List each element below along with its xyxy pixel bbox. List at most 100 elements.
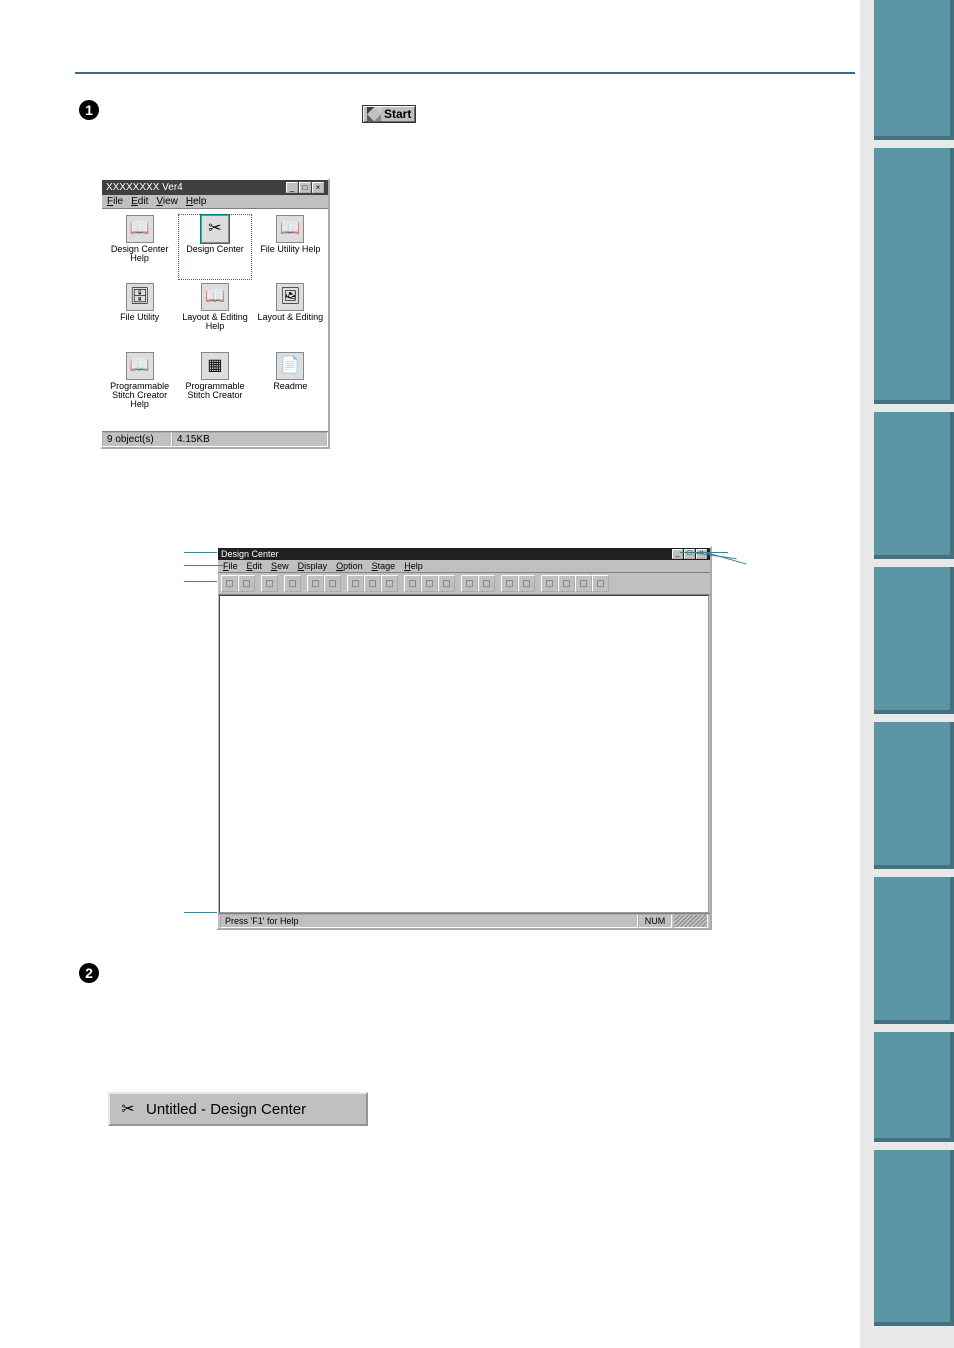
toolbar-group: ▢ ▢ ▢ — [347, 575, 398, 592]
icon-design-center-help[interactable]: 📖 Design Center Help — [104, 215, 175, 279]
minimize-button[interactable]: _ — [672, 549, 683, 559]
close-button[interactable]: × — [312, 182, 324, 193]
toolbar-group: ▢ — [284, 575, 301, 592]
toolbar-button[interactable]: ▢ — [307, 575, 324, 592]
toolbar-button[interactable]: ▢ — [381, 575, 398, 592]
help-book-icon: 📖 — [201, 283, 229, 311]
help-book-icon: 📖 — [276, 215, 304, 243]
side-tab[interactable] — [874, 1032, 954, 1142]
start-button[interactable]: Start — [362, 105, 416, 123]
titlebar[interactable]: Design Center _ □ × — [218, 548, 710, 560]
toolbar-button[interactable]: ▢ — [438, 575, 455, 592]
section-rule — [75, 72, 855, 74]
side-tab[interactable] — [874, 412, 954, 559]
side-tab[interactable] — [874, 148, 954, 404]
toolbar-button[interactable]: ▢ — [284, 575, 301, 592]
toolbar-button[interactable]: ▢ — [575, 575, 592, 592]
toolbar-group: ▢ ▢ — [501, 575, 535, 592]
window-title: XXXXXXXX Ver4 — [106, 182, 183, 193]
taskbar-button-design-center[interactable]: ✂ Untitled - Design Center — [108, 1092, 368, 1126]
work-area[interactable] — [219, 595, 709, 913]
toolbar-button[interactable]: ▢ — [364, 575, 381, 592]
file-utility-icon: 🗄 — [126, 283, 154, 311]
step-bullet-2: 2 — [79, 963, 99, 983]
menu-help[interactable]: Help — [404, 561, 423, 571]
icon-file-utility-help[interactable]: 📖 File Utility Help — [255, 215, 326, 279]
callout-leader — [184, 565, 224, 566]
windows-logo-icon — [367, 107, 381, 121]
titlebar[interactable]: XXXXXXXX Ver4 _ □ × — [102, 180, 328, 195]
toolbar-button[interactable]: ▢ — [221, 575, 238, 592]
toolbar-button[interactable]: ▢ — [324, 575, 341, 592]
toolbar-button[interactable]: ▢ — [541, 575, 558, 592]
toolbar-button[interactable]: ▢ — [478, 575, 495, 592]
toolbar-button[interactable]: ▢ — [238, 575, 255, 592]
callout-leader — [184, 552, 217, 553]
program-group-window: XXXXXXXX Ver4 _ □ × File Edit View Help … — [100, 178, 330, 449]
design-center-icon: ✂ — [118, 1099, 138, 1119]
status-size: 4.15KB — [172, 432, 328, 447]
maximize-button[interactable]: □ — [299, 182, 311, 193]
icon-layout-editing[interactable]: 🖼 Layout & Editing — [255, 283, 326, 347]
menu-bar: File Edit View Help — [102, 195, 328, 209]
side-tabs — [874, 0, 954, 1348]
menu-help[interactable]: Help — [186, 196, 207, 207]
toolbar-group: ▢ ▢ — [307, 575, 341, 592]
toolbar-button[interactable]: ▢ — [404, 575, 421, 592]
menu-sew[interactable]: Sew — [271, 561, 289, 571]
toolbar: ▢ ▢ ▢ ▢ ▢ ▢ ▢ ▢ ▢ ▢ ▢ ▢ — [218, 573, 710, 595]
side-tab[interactable] — [874, 722, 954, 869]
readme-icon: 📄 — [276, 352, 304, 380]
toolbar-button[interactable]: ▢ — [518, 575, 535, 592]
taskbar-button-label: Untitled - Design Center — [146, 1101, 306, 1118]
toolbar-group: ▢ ▢ — [461, 575, 495, 592]
menu-file[interactable]: File — [223, 561, 238, 571]
toolbar-group: ▢ ▢ — [221, 575, 255, 592]
side-tab[interactable] — [874, 1150, 954, 1326]
toolbar-button[interactable]: ▢ — [347, 575, 364, 592]
toolbar-button[interactable]: ▢ — [558, 575, 575, 592]
side-tab[interactable] — [874, 567, 954, 714]
window-title: Design Center — [221, 549, 279, 559]
menu-display[interactable]: Display — [298, 561, 328, 571]
callout-leader — [184, 581, 217, 582]
menu-view[interactable]: View — [156, 196, 178, 207]
toolbar-group: ▢ ▢ ▢ — [404, 575, 455, 592]
toolbar-group: ▢ — [261, 575, 278, 592]
status-objects: 9 object(s) — [102, 432, 172, 447]
icon-stitch-creator-help[interactable]: 📖 Programmable Stitch Creator Help — [104, 352, 175, 425]
toolbar-button[interactable]: ▢ — [461, 575, 478, 592]
menu-bar: File Edit Sew Display Option Stage Help — [218, 560, 710, 573]
toolbar-group: ▢ ▢ ▢ ▢ — [541, 575, 609, 592]
callout-leader — [184, 912, 217, 913]
icon-stitch-creator[interactable]: ▦ Programmable Stitch Creator — [179, 352, 250, 425]
design-center-window: Design Center _ □ × File Edit Sew Displa… — [216, 546, 712, 930]
icon-design-center[interactable]: ✂ Design Center — [179, 215, 250, 279]
step-bullet-1: 1 — [79, 100, 99, 120]
icon-area: 📖 Design Center Help ✂ Design Center 📖 F… — [102, 209, 328, 431]
document-page: 1 2 Start XXXXXXXX Ver4 _ □ × File Edit … — [0, 0, 860, 1348]
icon-file-utility[interactable]: 🗄 File Utility — [104, 283, 175, 347]
side-tab[interactable] — [874, 877, 954, 1024]
minimize-button[interactable]: _ — [286, 182, 298, 193]
menu-edit[interactable]: Edit — [131, 196, 148, 207]
status-help-text: Press 'F1' for Help — [220, 914, 638, 928]
side-tab[interactable] — [874, 0, 954, 140]
icon-layout-editing-help[interactable]: 📖 Layout & Editing Help — [179, 283, 250, 347]
status-bar: 9 object(s) 4.15KB — [102, 431, 328, 447]
icon-readme[interactable]: 📄 Readme — [255, 352, 326, 425]
resize-grip[interactable] — [674, 914, 708, 928]
menu-option[interactable]: Option — [336, 561, 363, 571]
toolbar-button[interactable]: ▢ — [501, 575, 518, 592]
menu-file[interactable]: File — [107, 196, 123, 207]
toolbar-button[interactable]: ▢ — [592, 575, 609, 592]
help-book-icon: 📖 — [126, 215, 154, 243]
toolbar-button[interactable]: ▢ — [421, 575, 438, 592]
status-bar: Press 'F1' for Help NUM — [218, 913, 710, 928]
maximize-button[interactable]: □ — [684, 549, 695, 559]
help-book-icon: 📖 — [126, 352, 154, 380]
menu-stage[interactable]: Stage — [372, 561, 396, 571]
layout-editing-icon: 🖼 — [276, 283, 304, 311]
toolbar-button[interactable]: ▢ — [261, 575, 278, 592]
menu-edit[interactable]: Edit — [247, 561, 263, 571]
